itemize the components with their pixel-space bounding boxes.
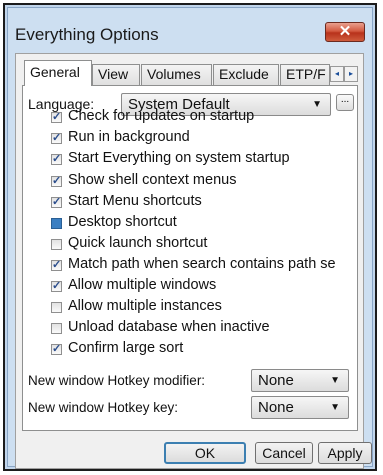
checkbox[interactable] — [51, 174, 62, 187]
options-window: Everything Options ✕ General View Volume… — [3, 3, 377, 471]
hotkey-modifier-select[interactable]: None ▼ — [251, 369, 349, 392]
option-label: Quick launch shortcut — [68, 235, 208, 251]
hotkey-modifier-label: New window Hotkey modifier: — [28, 373, 206, 388]
apply-button[interactable]: Apply — [318, 442, 372, 464]
checkbox[interactable] — [51, 323, 62, 334]
checkbox[interactable] — [51, 152, 62, 165]
option-label: Start Everything on system startup — [68, 150, 290, 166]
hotkey-key-value: None — [258, 399, 294, 416]
option-label: Start Menu shortcuts — [68, 193, 202, 209]
checkbox[interactable] — [51, 258, 62, 271]
general-tab-panel: Language: System Default ▼ ... Check for… — [22, 85, 358, 431]
chevron-down-icon: ▼ — [312, 99, 322, 110]
chevron-down-icon: ▼ — [330, 375, 340, 386]
dialog-body: General View Volumes Exclude ETP/F ◂ ▸ L… — [15, 53, 364, 469]
hotkey-key-select[interactable]: None ▼ — [251, 396, 349, 419]
ok-button[interactable]: OK — [164, 442, 246, 464]
checkbox[interactable] — [51, 218, 62, 229]
checkbox[interactable] — [51, 279, 62, 292]
hotkey-modifier-value: None — [258, 372, 294, 389]
checkbox[interactable] — [51, 342, 62, 355]
option-label: Unload database when inactive — [68, 319, 270, 335]
window-title: Everything Options — [15, 25, 159, 44]
option-label: Confirm large sort — [68, 340, 184, 356]
option-label: Allow multiple windows — [68, 277, 217, 293]
checkbox[interactable] — [51, 302, 62, 313]
checkbox[interactable] — [51, 239, 62, 250]
option-label: Desktop shortcut — [68, 214, 177, 230]
option-label: Run in background — [68, 129, 190, 145]
checkbox[interactable] — [51, 110, 62, 123]
tab-scroll-left-icon[interactable]: ◂ — [330, 66, 344, 82]
option-label: Match path when search contains path se — [68, 256, 336, 272]
tab-view[interactable]: View — [92, 64, 140, 85]
option-label: Show shell context menus — [68, 172, 237, 188]
tab-volumes[interactable]: Volumes — [141, 64, 212, 85]
tab-scroll-right-icon[interactable]: ▸ — [344, 66, 358, 82]
hotkey-key-label: New window Hotkey key: — [28, 400, 179, 415]
option-label: Check for updates on startup — [68, 108, 255, 124]
option-label: Allow multiple instances — [68, 298, 222, 314]
cancel-button[interactable]: Cancel — [255, 442, 313, 464]
tab-exclude[interactable]: Exclude — [213, 64, 279, 85]
language-browse-button[interactable]: ... — [336, 94, 354, 111]
checkbox[interactable] — [51, 195, 62, 208]
tab-general[interactable]: General — [24, 60, 92, 86]
chevron-down-icon: ▼ — [330, 402, 340, 413]
checkbox[interactable] — [51, 131, 62, 144]
close-button[interactable]: ✕ — [325, 22, 365, 42]
tab-etp[interactable]: ETP/F — [280, 64, 330, 85]
